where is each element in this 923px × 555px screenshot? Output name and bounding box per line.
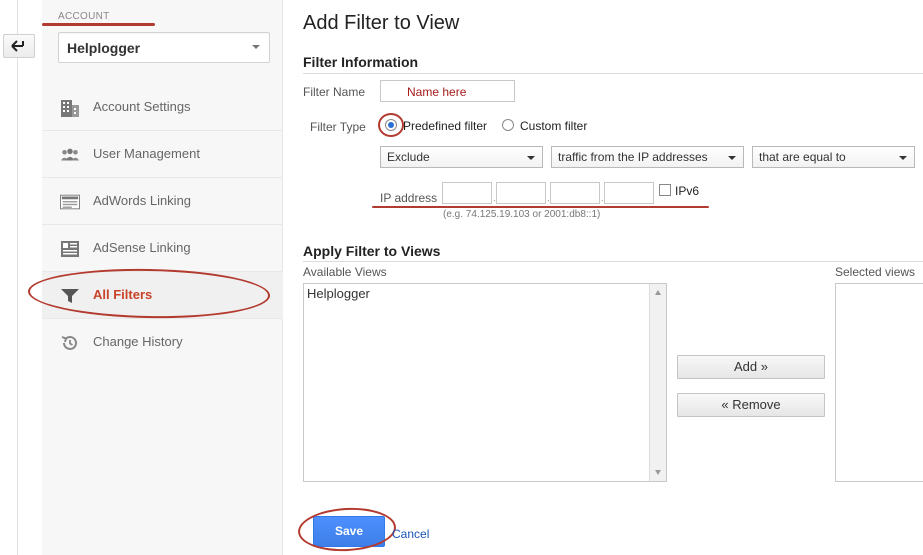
account-label: ACCOUNT — [58, 11, 110, 22]
chevron-down-icon — [527, 156, 535, 160]
sidebar-item-label: All Filters — [93, 287, 153, 302]
filter-source-select[interactable]: traffic from the IP addresses — [551, 146, 744, 168]
filter-action-select[interactable]: Exclude — [380, 146, 543, 168]
selected-views-label: Selected views — [835, 265, 916, 279]
sidebar-item-label: Account Settings — [93, 99, 191, 114]
back-button[interactable] — [3, 34, 35, 58]
ipv6-label: IPv6 — [675, 184, 700, 198]
filter-name-input[interactable]: Name here — [380, 80, 515, 102]
users-icon — [60, 148, 80, 161]
predefined-filter-radio[interactable] — [385, 119, 397, 131]
sidebar-item-label: Change History — [93, 334, 183, 349]
filter-match-select[interactable]: that are equal to — [752, 146, 915, 168]
selected-views-list[interactable] — [835, 283, 923, 482]
adwords-icon — [60, 194, 80, 210]
cancel-link[interactable]: Cancel — [392, 527, 429, 541]
sidebar-item-user-management[interactable]: User Management — [42, 131, 283, 178]
add-view-button[interactable]: Add » — [677, 355, 825, 379]
sidebar-item-label: AdWords Linking — [93, 193, 192, 208]
sidebar-item-all-filters[interactable]: All Filters — [42, 272, 283, 319]
custom-filter-label: Custom filter — [520, 119, 588, 133]
apply-filter-heading: Apply Filter to Views — [303, 243, 441, 259]
section-divider — [303, 261, 923, 262]
sidebar-item-account-settings[interactable]: Account Settings — [42, 84, 283, 131]
ip-octet-4-input[interactable] — [604, 182, 654, 204]
ip-octet-3-input[interactable] — [550, 182, 600, 204]
ip-format-hint: (e.g. 74.125.19.103 or 2001:db8::1) — [443, 209, 601, 220]
ip-octet-1-input[interactable] — [442, 182, 492, 204]
scroll-up-icon[interactable] — [655, 290, 661, 295]
sidebar-item-label: AdSense Linking — [93, 240, 191, 255]
rail-divider — [17, 0, 18, 555]
building-icon — [61, 100, 79, 117]
filter-match-value: that are equal to — [759, 150, 846, 164]
ip-address-label: IP address — [380, 191, 438, 205]
filter-name-label: Filter Name — [303, 85, 366, 99]
chevron-down-icon — [728, 156, 736, 160]
filter-information-heading: Filter Information — [303, 54, 419, 70]
predefined-filter-label: Predefined filter — [403, 119, 488, 133]
sidebar-item-change-history[interactable]: Change History — [42, 319, 283, 366]
filter-source-value: traffic from the IP addresses — [558, 150, 708, 164]
ipv6-checkbox[interactable] — [659, 184, 671, 196]
chevron-down-icon — [899, 156, 907, 160]
filter-icon — [61, 289, 79, 303]
sidebar-item-label: User Management — [93, 146, 200, 161]
sidebar-item-adsense-linking[interactable]: AdSense Linking — [42, 225, 283, 272]
chevron-down-icon — [252, 45, 260, 49]
custom-filter-radio[interactable] — [502, 119, 514, 131]
available-views-label: Available Views — [303, 265, 387, 279]
filter-action-value: Exclude — [387, 150, 430, 164]
list-item[interactable]: Helplogger — [307, 286, 370, 301]
account-annotation-underline — [42, 23, 155, 26]
save-button[interactable]: Save — [313, 516, 385, 547]
ip-octet-2-input[interactable] — [496, 182, 546, 204]
adsense-icon — [61, 241, 79, 257]
scroll-down-icon[interactable] — [655, 470, 661, 475]
back-arrow-icon — [11, 40, 24, 52]
available-views-list[interactable]: Helplogger — [303, 283, 667, 482]
filter-type-label: Filter Type — [310, 120, 366, 134]
section-divider — [303, 73, 923, 74]
account-selector[interactable]: Helplogger — [58, 32, 270, 63]
scrollbar[interactable] — [649, 284, 666, 481]
page-title: Add Filter to View — [303, 12, 460, 34]
account-name: Helplogger — [67, 40, 141, 56]
sidebar-item-adwords-linking[interactable]: AdWords Linking — [42, 178, 283, 225]
ip-annotation-underline — [372, 206, 709, 208]
remove-view-button[interactable]: « Remove — [677, 393, 825, 417]
history-icon — [61, 335, 77, 350]
